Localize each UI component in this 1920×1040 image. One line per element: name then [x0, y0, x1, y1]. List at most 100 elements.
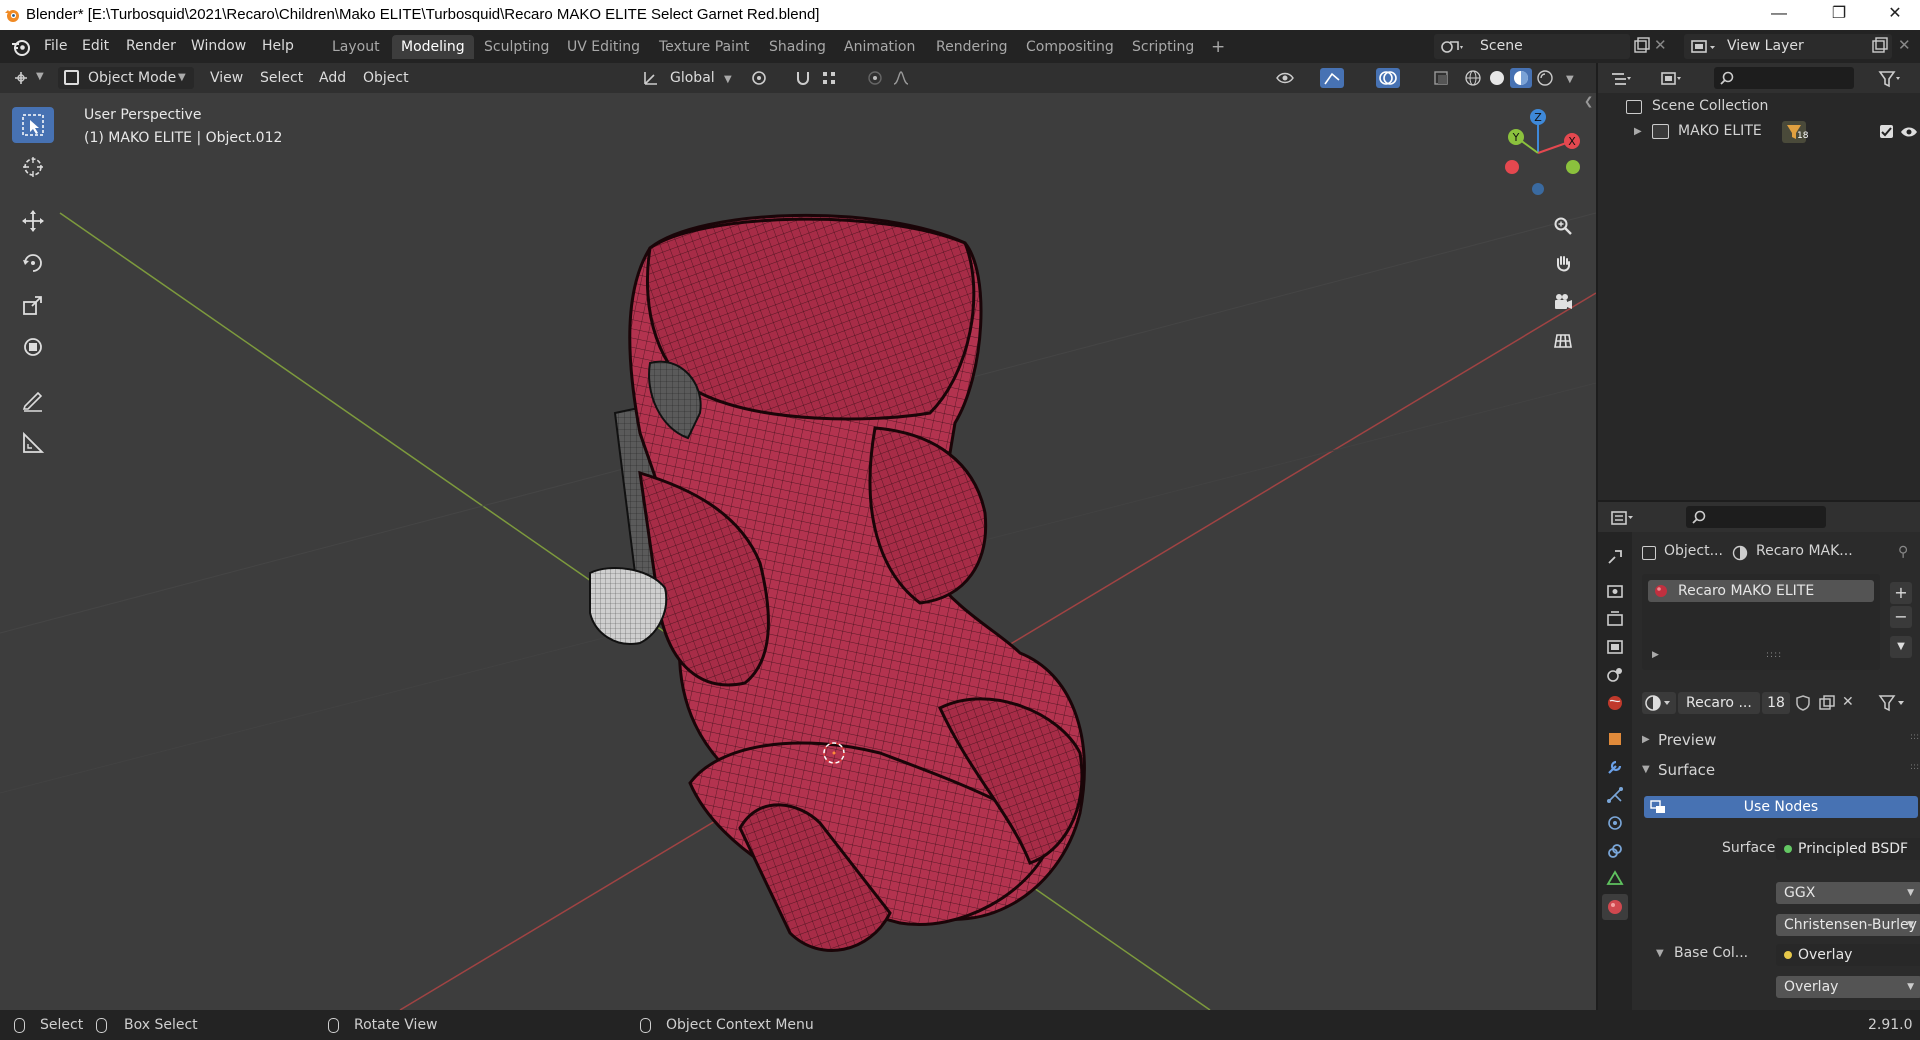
duplicate-material-icon[interactable]: [1816, 692, 1838, 714]
tab-tool[interactable]: [1602, 544, 1628, 570]
tab-physics[interactable]: [1602, 810, 1628, 836]
menu-select[interactable]: Select: [260, 67, 303, 89]
collection-name[interactable]: MAKO ELITE: [1678, 123, 1762, 139]
close-window-button[interactable]: ✕: [1872, 0, 1918, 30]
menu-view[interactable]: View: [210, 67, 243, 89]
distribution-dropdown[interactable]: GGX ▼: [1776, 882, 1920, 904]
ortho-toggle-button[interactable]: [1546, 323, 1580, 357]
material-slot-item[interactable]: Recaro MAKO ELITE: [1648, 580, 1874, 602]
rendered-shading-icon[interactable]: [1536, 69, 1554, 87]
tab-particles[interactable]: [1602, 782, 1628, 808]
material-preview-icon[interactable]: [1510, 68, 1532, 88]
drag-handle-icon[interactable]: ::::: [1910, 762, 1920, 772]
outliner-editor-icon[interactable]: [1610, 70, 1631, 88]
scene-selector[interactable]: Scene: [1434, 34, 1630, 59]
delete-scene-icon[interactable]: ✕: [1654, 36, 1667, 54]
zoom-button[interactable]: [1546, 209, 1580, 243]
view-layer-selector[interactable]: View Layer: [1684, 34, 1892, 59]
expand-arrow-icon[interactable]: ▶: [1652, 650, 1659, 660]
tab-sculpting[interactable]: Sculpting: [475, 35, 558, 59]
selectability-icon[interactable]: [1276, 69, 1294, 87]
browse-material-button[interactable]: [1642, 692, 1676, 714]
tab-scene[interactable]: [1602, 662, 1628, 688]
tab-uv-editing[interactable]: UV Editing: [558, 35, 649, 59]
tab-modeling[interactable]: Modeling: [392, 35, 474, 59]
snap-icon[interactable]: [794, 69, 812, 87]
fake-user-icon[interactable]: [1792, 692, 1814, 714]
menu-add[interactable]: Add: [319, 67, 346, 89]
menu-edit[interactable]: Edit: [82, 38, 109, 54]
tab-scripting[interactable]: Scripting: [1123, 35, 1203, 59]
menu-window[interactable]: Window: [191, 38, 246, 54]
expand-arrow-icon[interactable]: ▶: [1642, 734, 1650, 745]
gizmo-toggle-icon[interactable]: [1320, 68, 1344, 88]
falloff-icon[interactable]: [892, 69, 910, 87]
filter-icon[interactable]: [1878, 70, 1900, 88]
blend-type-dropdown[interactable]: Overlay ▼: [1776, 976, 1920, 998]
pivot-point-icon[interactable]: [750, 69, 768, 87]
tab-material[interactable]: [1602, 894, 1628, 920]
breadcrumb-object[interactable]: Object...: [1664, 543, 1723, 559]
base-color-input-field[interactable]: Overlay: [1776, 944, 1920, 966]
pin-icon[interactable]: ⚲: [1898, 544, 1908, 560]
tab-world[interactable]: [1602, 690, 1628, 716]
pan-button[interactable]: [1546, 247, 1580, 281]
tab-compositing[interactable]: Compositing: [1017, 35, 1123, 59]
tab-animation[interactable]: Animation: [835, 35, 924, 59]
solid-shading-icon[interactable]: [1488, 69, 1506, 87]
mode-selector[interactable]: Object Mode ▼: [58, 67, 194, 89]
scene-collection-label[interactable]: Scene Collection: [1652, 98, 1768, 114]
display-mode-icon[interactable]: [1660, 70, 1681, 88]
tab-data[interactable]: [1602, 866, 1628, 892]
camera-view-button[interactable]: [1546, 285, 1580, 319]
proportional-edit-icon[interactable]: [866, 69, 884, 87]
move-tool[interactable]: [12, 203, 54, 239]
tab-rendering[interactable]: Rendering: [927, 35, 1017, 59]
menu-render[interactable]: Render: [126, 38, 176, 54]
outliner-search-input[interactable]: [1714, 67, 1854, 89]
tab-modifiers[interactable]: [1602, 754, 1628, 780]
chevron-down-icon[interactable]: ▼: [1566, 74, 1574, 85]
unlink-material-icon[interactable]: ✕: [1842, 694, 1854, 710]
collapse-arrow-icon[interactable]: ▼: [1656, 948, 1664, 959]
surface-shader-field[interactable]: Principled BSDF: [1776, 838, 1920, 860]
tab-view-layer[interactable]: [1602, 634, 1628, 660]
breadcrumb-material[interactable]: Recaro MAK...: [1756, 543, 1853, 559]
add-slot-button[interactable]: +: [1890, 582, 1912, 604]
menu-file[interactable]: File: [44, 38, 67, 54]
add-workspace-button[interactable]: +: [1202, 35, 1234, 59]
tab-constraints[interactable]: [1602, 838, 1628, 864]
tab-object[interactable]: [1602, 726, 1628, 752]
material-filter-icon[interactable]: [1876, 692, 1912, 714]
xray-toggle-icon[interactable]: [1432, 69, 1450, 87]
scale-tool[interactable]: [12, 287, 54, 323]
new-view-layer-icon[interactable]: [1870, 36, 1890, 56]
resize-handle-icon[interactable]: ::::: [1766, 650, 1782, 660]
sidebar-toggle-icon[interactable]: ❮: [1584, 95, 1593, 108]
drag-handle-icon[interactable]: ::::: [1910, 732, 1920, 742]
collapse-arrow-icon[interactable]: ▼: [1642, 764, 1650, 775]
tab-output[interactable]: [1602, 606, 1628, 632]
delete-view-layer-icon[interactable]: ✕: [1898, 36, 1911, 54]
menu-object[interactable]: Object: [363, 67, 409, 89]
3d-viewport[interactable]: User Perspective (1) MAKO ELITE | Object…: [0, 93, 1596, 1010]
navigation-gizmo[interactable]: Z X Y: [1488, 107, 1588, 203]
minimize-button[interactable]: —: [1756, 0, 1802, 30]
use-nodes-button[interactable]: Use Nodes: [1644, 796, 1918, 818]
slot-specials-button[interactable]: ▼: [1890, 636, 1912, 658]
properties-search-input[interactable]: [1686, 506, 1826, 528]
expand-arrow-icon[interactable]: ▶: [1634, 126, 1642, 137]
material-name-field[interactable]: Recaro ...: [1678, 692, 1760, 714]
measure-tool[interactable]: [12, 425, 54, 461]
mesh-filter-icon[interactable]: 18: [1782, 121, 1808, 143]
editor-type-icon[interactable]: [12, 69, 30, 87]
subsurface-method-dropdown[interactable]: Christensen-Burley ▼: [1776, 914, 1920, 936]
cursor-tool[interactable]: [12, 149, 54, 185]
remove-slot-button[interactable]: −: [1890, 606, 1912, 628]
surface-panel-title[interactable]: Surface: [1658, 761, 1715, 779]
properties-editor-icon[interactable]: [1610, 509, 1633, 527]
tab-render[interactable]: [1602, 578, 1628, 604]
rotate-tool[interactable]: [12, 245, 54, 281]
new-scene-icon[interactable]: [1632, 36, 1652, 56]
tab-texture-paint[interactable]: Texture Paint: [650, 35, 758, 59]
